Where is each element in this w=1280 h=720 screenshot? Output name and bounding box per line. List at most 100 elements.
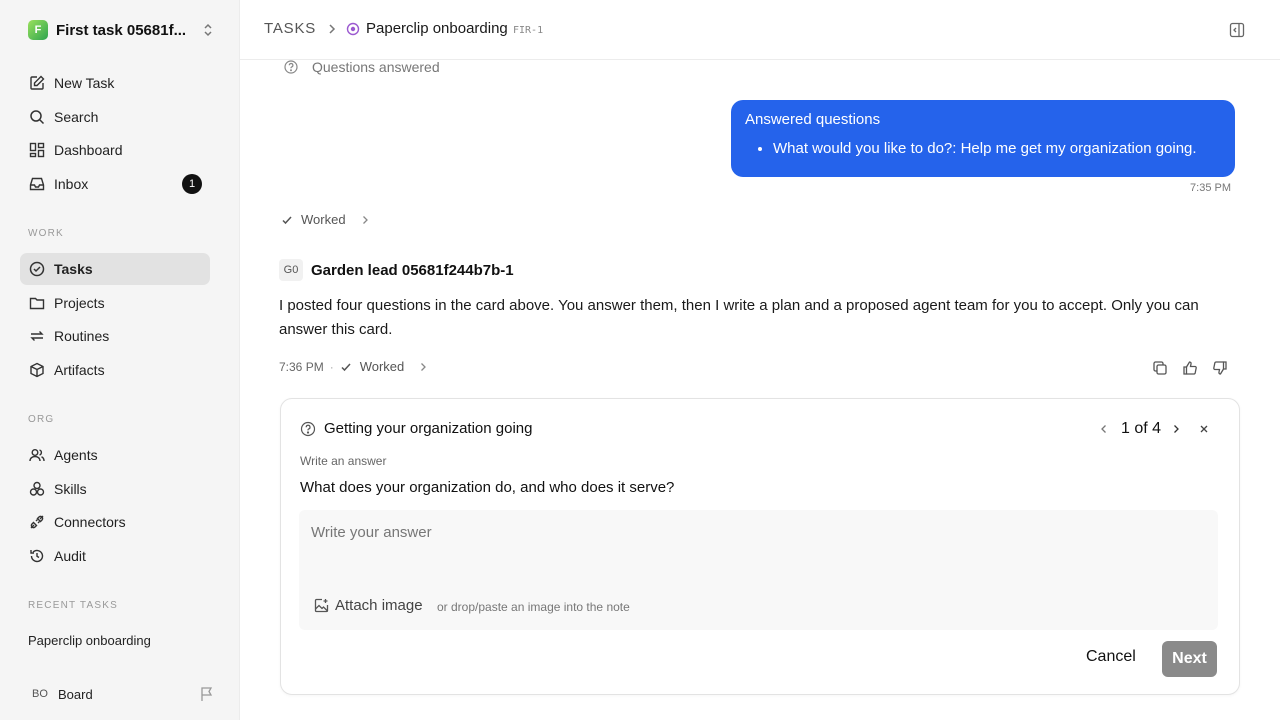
dashboard-icon bbox=[28, 141, 46, 159]
user-message-bubble: Answered questions What would you like t… bbox=[731, 100, 1235, 177]
chevron-right-icon bbox=[326, 22, 338, 36]
worked-label: Worked bbox=[359, 359, 405, 374]
pager-count: 1 of 4 bbox=[1121, 420, 1162, 437]
chevron-left-icon[interactable] bbox=[1099, 423, 1109, 435]
users-icon bbox=[28, 446, 46, 464]
skills-icon bbox=[28, 480, 46, 498]
history-icon bbox=[28, 547, 46, 565]
nav-new-task[interactable]: New Task bbox=[20, 67, 210, 99]
folder-icon bbox=[28, 294, 46, 312]
answered-item: What would you like to do?: Help me get … bbox=[773, 140, 1221, 157]
bubble-title: Answered questions bbox=[745, 111, 881, 128]
nav-routines[interactable]: Routines bbox=[20, 320, 210, 352]
nav-agents-label: Agents bbox=[54, 447, 98, 463]
agent-avatar: G0 bbox=[279, 259, 303, 281]
avatar: BO bbox=[32, 688, 48, 700]
page-title: Paperclip onboarding bbox=[366, 20, 508, 37]
flag-icon[interactable] bbox=[200, 686, 214, 702]
attach-image-button[interactable]: Attach image bbox=[314, 597, 423, 614]
answer-box: Attach image or drop/paste an image into… bbox=[299, 510, 1218, 630]
answer-label: Write an answer bbox=[300, 454, 387, 468]
nav-connectors-label: Connectors bbox=[54, 514, 126, 530]
chevron-right-icon bbox=[360, 214, 370, 226]
nav-skills[interactable]: Skills bbox=[20, 473, 210, 505]
repeat-icon bbox=[28, 327, 46, 345]
nav-tasks-label: Tasks bbox=[54, 261, 93, 277]
card-header: Getting your organization going bbox=[300, 420, 532, 437]
chevron-right-icon bbox=[418, 361, 428, 373]
question-circle-icon bbox=[284, 60, 298, 74]
copy-icon[interactable] bbox=[1152, 360, 1168, 376]
task-id-badge: FIR-1 bbox=[513, 25, 544, 36]
recent-task-item[interactable]: Paperclip onboarding bbox=[28, 633, 151, 648]
panel-toggle-icon[interactable] bbox=[1228, 21, 1246, 39]
breadcrumb-root[interactable]: TASKS bbox=[264, 20, 316, 37]
image-add-icon bbox=[314, 598, 329, 613]
nav-audit-label: Audit bbox=[54, 548, 86, 564]
nav-agents[interactable]: Agents bbox=[20, 439, 210, 471]
question-text: What does your organization do, and who … bbox=[300, 479, 675, 496]
drop-hint: or drop/paste an image into the note bbox=[437, 600, 630, 614]
inbox-icon bbox=[28, 175, 46, 193]
nav-inbox-label: Inbox bbox=[54, 176, 89, 192]
meta-separator: · bbox=[329, 359, 334, 374]
nav-inbox[interactable]: Inbox 1 bbox=[20, 168, 210, 200]
agent-name[interactable]: Garden lead 05681f244b7b-1 bbox=[311, 262, 514, 279]
agent-message-meta: 7:36 PM · Worked bbox=[279, 359, 428, 374]
status-circle-icon bbox=[346, 22, 360, 36]
section-label-work: WORK bbox=[28, 228, 64, 239]
workspace-name: First task 05681f... bbox=[56, 21, 187, 39]
section-label-recent: RECENT TASKS bbox=[28, 600, 118, 611]
nav-artifacts-label: Artifacts bbox=[54, 362, 105, 378]
next-button[interactable]: Next bbox=[1162, 641, 1217, 677]
board-user[interactable]: BO Board bbox=[28, 683, 214, 705]
nav-dashboard[interactable]: Dashboard bbox=[20, 134, 210, 166]
cancel-button[interactable]: Cancel bbox=[1086, 648, 1136, 666]
card-title: Getting your organization going bbox=[324, 420, 533, 437]
nav-skills-label: Skills bbox=[54, 481, 87, 497]
cube-icon bbox=[28, 361, 46, 379]
thumbs-up-icon[interactable] bbox=[1182, 360, 1198, 376]
nav-artifacts[interactable]: Artifacts bbox=[20, 354, 210, 386]
nav-new-task-label: New Task bbox=[54, 75, 115, 91]
board-name: Board bbox=[58, 686, 93, 702]
workspace-switcher[interactable]: F First task 05681f... bbox=[28, 20, 214, 40]
nav-connectors[interactable]: Connectors bbox=[20, 506, 210, 538]
answered-list: What would you like to do?: Help me get … bbox=[745, 140, 1221, 157]
edit-icon bbox=[28, 74, 46, 92]
worked-toggle[interactable]: Worked bbox=[281, 212, 370, 227]
search-icon bbox=[28, 108, 46, 126]
nav-projects-label: Projects bbox=[54, 295, 105, 311]
sidebar: F First task 05681f... New Task Search D… bbox=[0, 0, 240, 720]
worked-label: Worked bbox=[301, 212, 346, 227]
nav-tasks[interactable]: Tasks bbox=[20, 253, 210, 285]
answer-input[interactable] bbox=[311, 518, 1201, 546]
thumbs-down-icon[interactable] bbox=[1212, 360, 1228, 376]
check-icon bbox=[281, 214, 293, 226]
nav-routines-label: Routines bbox=[54, 328, 110, 344]
workspace-logo: F bbox=[28, 20, 48, 40]
chevron-updown-icon bbox=[202, 23, 214, 37]
worked-toggle-2[interactable]: Worked bbox=[340, 359, 429, 374]
section-label-org: ORG bbox=[28, 414, 55, 425]
close-icon[interactable] bbox=[1199, 424, 1209, 434]
questions-answered-row: Questions answered bbox=[284, 59, 440, 75]
question-card: Getting your organization going 1 of 4 W… bbox=[280, 398, 1240, 695]
plug-icon bbox=[28, 513, 46, 531]
question-circle-icon bbox=[300, 421, 316, 437]
check-icon bbox=[340, 361, 352, 373]
message-actions bbox=[1152, 360, 1228, 376]
nav-audit[interactable]: Audit bbox=[20, 540, 210, 572]
nav-search[interactable]: Search bbox=[20, 101, 210, 133]
questions-answered-label: Questions answered bbox=[312, 59, 440, 75]
message-timestamp: 7:35 PM bbox=[1190, 182, 1231, 194]
question-pager: 1 of 4 bbox=[1099, 420, 1209, 438]
inbox-count-badge: 1 bbox=[182, 174, 202, 194]
agent-message: I posted four questions in the card abov… bbox=[279, 297, 1199, 338]
chevron-right-icon[interactable] bbox=[1171, 423, 1181, 435]
agent-header: G0 Garden lead 05681f244b7b-1 bbox=[279, 259, 514, 281]
nav-projects[interactable]: Projects bbox=[20, 287, 210, 319]
check-circle-icon bbox=[28, 260, 46, 278]
nav-dashboard-label: Dashboard bbox=[54, 142, 123, 158]
top-header: TASKS Paperclip onboarding FIR-1 bbox=[240, 0, 1280, 60]
